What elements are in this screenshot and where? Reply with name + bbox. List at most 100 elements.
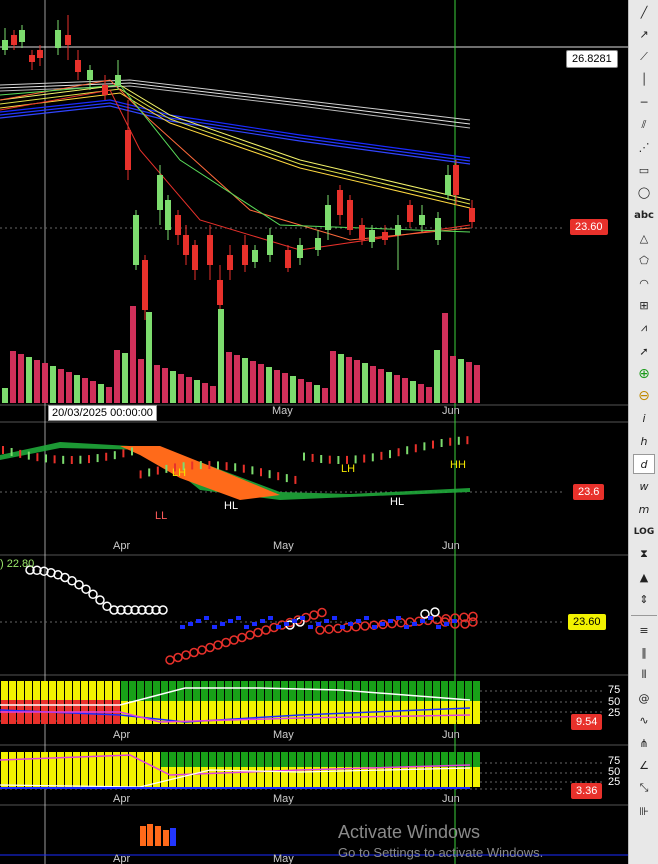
trend-mark [364, 616, 369, 620]
candle-body [407, 205, 413, 222]
hist-bar [257, 681, 264, 701]
trend-mark [380, 622, 385, 626]
hist-bar [177, 701, 184, 711]
mid-ma-line [0, 84, 471, 201]
fan-icon[interactable]: ⋰ [633, 138, 655, 158]
triangle-icon[interactable]: △ [633, 228, 655, 248]
hist-bar [105, 752, 112, 787]
horizontal-line-icon[interactable]: ─ [633, 92, 655, 112]
parallel-channel-icon[interactable]: ⫽ [633, 115, 655, 135]
chart-area[interactable]: 26.8281 23.60 23.6 23.60 9.54 3.36 20/03… [0, 0, 628, 864]
trend-mark [244, 625, 249, 629]
candle-body [37, 50, 43, 58]
hist-bar [385, 711, 392, 724]
hist-bar [193, 681, 200, 701]
volume-bar [66, 372, 72, 403]
volume-bar [226, 352, 232, 403]
hist-bar [281, 701, 288, 711]
spiral-icon[interactable]: @ [633, 688, 655, 708]
ellipse-icon[interactable]: ◯ [633, 183, 655, 203]
hlines-icon[interactable]: ≡ [633, 620, 655, 640]
wave-icon[interactable]: ∿ [633, 711, 655, 731]
pointer-icon[interactable]: ➚ [633, 341, 655, 361]
hist-bar [41, 752, 48, 787]
rectangle-icon[interactable]: ▭ [633, 160, 655, 180]
extended-line-icon[interactable]: ⟋ [633, 47, 655, 67]
volume-bar [258, 364, 264, 403]
hist-bar [241, 767, 248, 787]
hist-bar [81, 700, 88, 712]
main-price-tag: 23.60 [570, 219, 608, 235]
hour-icon[interactable]: h [633, 431, 655, 451]
volume-bar [130, 306, 136, 403]
hist-bar [457, 701, 464, 711]
candle-body [419, 215, 425, 225]
up-icon[interactable]: ▲ [633, 567, 655, 587]
fib-icon[interactable]: ⊞ [633, 296, 655, 316]
polygon-icon[interactable]: ⬠ [633, 251, 655, 271]
volume-bar [50, 366, 56, 403]
log-icon[interactable]: LOG [633, 522, 655, 542]
candle-body [165, 200, 171, 230]
candle-body [115, 75, 121, 85]
bars-icon[interactable]: ‖ [633, 643, 655, 663]
pitchfork-icon[interactable]: ⋔ [633, 733, 655, 753]
trend-mark [252, 622, 257, 626]
trend-mark [348, 622, 353, 626]
chart-canvas[interactable] [0, 0, 628, 864]
week-icon[interactable]: w [633, 477, 655, 497]
bottom-bar [163, 830, 169, 846]
activate-windows-watermark: Activate Windows Go to Settings to activ… [338, 822, 543, 860]
hist-bar [305, 701, 312, 711]
trend-mark [188, 622, 193, 626]
candle-body [217, 280, 223, 305]
hist-bar [105, 700, 112, 712]
hist-bar [337, 701, 344, 711]
ray-icon[interactable]: ↗ [633, 25, 655, 45]
hist-bar [241, 681, 248, 701]
hist-bar [209, 701, 216, 711]
volume-bar [354, 360, 360, 403]
scale-label-25: 25 [608, 707, 621, 719]
hist-bar [169, 767, 176, 787]
volume-bar [362, 363, 368, 403]
circle-marker [237, 632, 247, 643]
month-icon[interactable]: m [633, 499, 655, 519]
candle-body [55, 30, 61, 48]
circle-marker [324, 624, 334, 634]
candles-icon[interactable]: ⫴ [633, 665, 655, 685]
hist-bar [201, 767, 208, 787]
bar-count-icon[interactable]: ⊪ [633, 801, 655, 821]
hist-bar [233, 752, 240, 767]
volume-bar [466, 362, 472, 403]
hist-bar [329, 701, 336, 711]
hist-bar [305, 752, 312, 767]
hist-bar [217, 752, 224, 767]
zigzag-icon[interactable]: ⩘ [633, 318, 655, 338]
hist-bar [473, 711, 480, 724]
hist-bar [193, 701, 200, 711]
scale-label-75: 75 [608, 684, 621, 696]
measure-icon[interactable]: ⤡ [633, 778, 655, 798]
hist-bar [97, 752, 104, 787]
candle-body [19, 30, 25, 42]
panel2-price-tag: 23.6 [573, 484, 605, 500]
hist-bar [273, 681, 280, 701]
vertical-line-icon[interactable]: │ [633, 70, 655, 90]
trend-mark [300, 616, 305, 620]
text-icon[interactable]: abc [633, 205, 655, 225]
arc-icon[interactable]: ◠ [633, 273, 655, 293]
hist-bar [177, 752, 184, 767]
info-icon[interactable]: i [633, 409, 655, 429]
zoom-in-icon[interactable]: ⊕ [633, 364, 655, 384]
line-icon[interactable]: ╱ [633, 2, 655, 22]
hist-bar [433, 752, 440, 767]
circle-marker [173, 652, 183, 663]
fit-icon[interactable]: ⧗ [633, 544, 655, 564]
month-label-jun: Jun [442, 793, 460, 805]
zoom-out-icon[interactable]: ⊖ [633, 386, 655, 406]
day-icon[interactable]: d [633, 454, 655, 474]
angle-icon[interactable]: ∠ [633, 756, 655, 776]
hist-bar [41, 712, 48, 724]
down-up-icon[interactable]: ⇕ [633, 590, 655, 610]
